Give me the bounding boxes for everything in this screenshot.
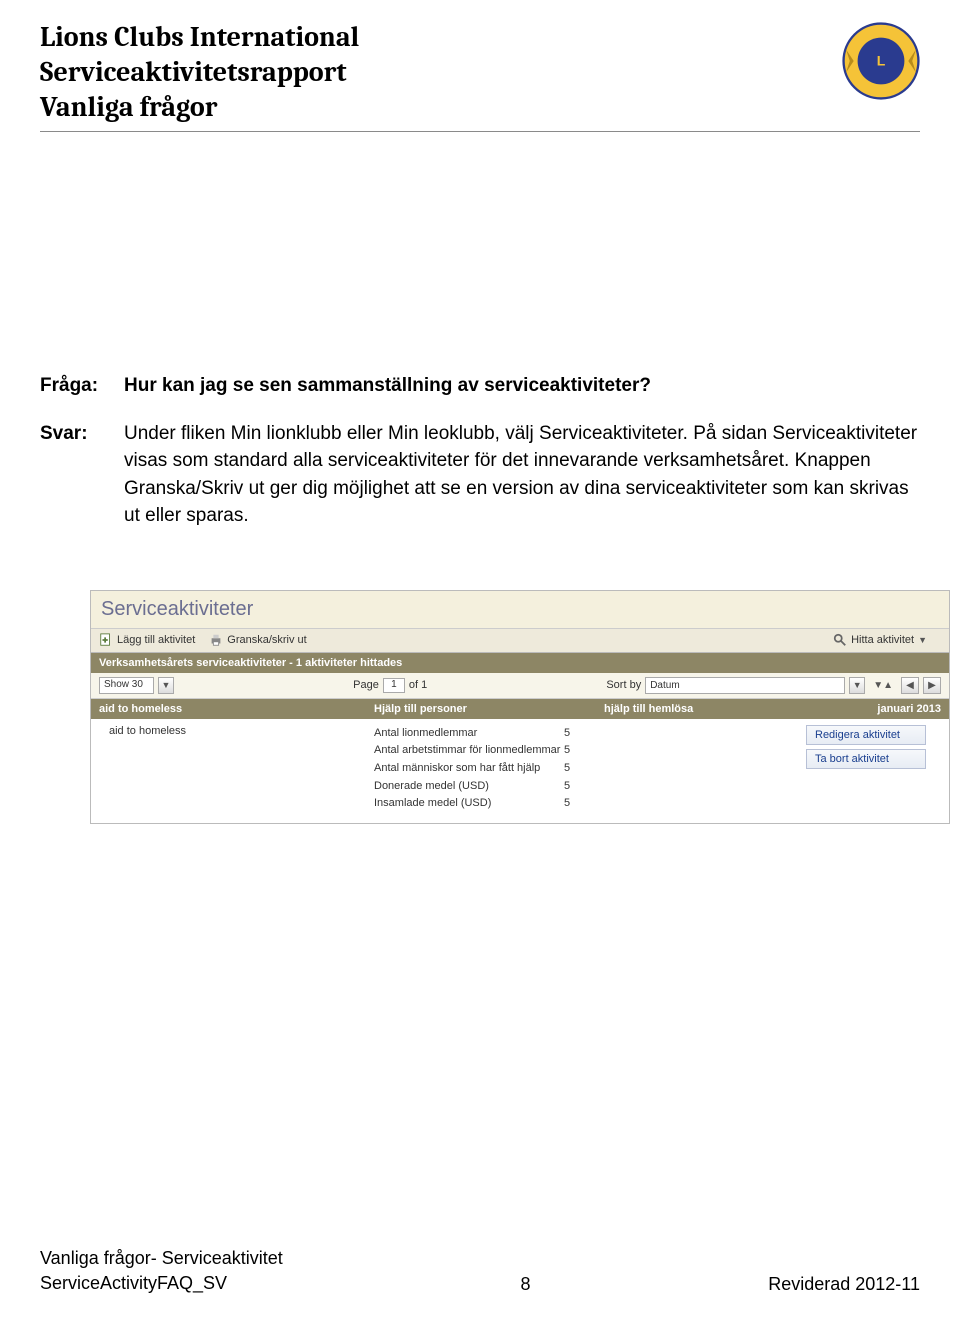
print-label: Granska/skriv ut <box>227 634 306 646</box>
footer-left-1: Vanliga frågor- Serviceaktivitet <box>40 1246 283 1270</box>
stat-value: 5 <box>564 778 594 796</box>
stat-label: Donerade medel (USD) <box>374 778 564 796</box>
row-stats: Antal lionmedlemmar5 Antal arbetstimmar … <box>374 725 604 813</box>
results-summary: Verksamhetsårets serviceaktiviteter - 1 … <box>91 653 949 673</box>
next-page-button[interactable]: ▶ <box>923 677 941 694</box>
stat-value: 5 <box>564 742 594 760</box>
column-headers: aid to homeless Hjälp till personer hjäl… <box>91 699 949 719</box>
chevron-down-icon: ▼ <box>918 635 927 645</box>
find-activity-button[interactable]: Hitta aktivitet ▼ <box>833 633 927 647</box>
page-size-dropdown-button[interactable]: ▼ <box>158 677 174 694</box>
header-titles: Lions Clubs International Serviceaktivit… <box>40 20 359 125</box>
prev-page-button[interactable]: ◀ <box>901 677 919 694</box>
footer-left-2: ServiceActivityFAQ_SV <box>40 1271 283 1295</box>
delete-activity-button[interactable]: Ta bort aktivitet <box>806 749 926 769</box>
page-number-input[interactable]: 1 <box>383 678 405 693</box>
qa-section: Fråga: Hur kan jag se sen sammanställnin… <box>40 372 920 530</box>
plus-doc-icon <box>99 633 113 647</box>
table-row: aid to homeless Antal lionmedlemmar5 Ant… <box>91 719 949 823</box>
page-size-select[interactable]: Show 30 <box>99 677 154 694</box>
chevron-down-icon: ▼ <box>162 680 171 690</box>
header-line2: Serviceaktivitetsrapport <box>40 55 359 90</box>
sort-direction-icon[interactable]: ▼▲ <box>873 680 893 691</box>
page-label: Page <box>353 679 379 691</box>
page-of-label: of 1 <box>409 679 427 691</box>
lions-logo-icon: L <box>842 22 920 100</box>
print-button[interactable]: Granska/skriv ut <box>209 633 306 647</box>
stat-label: Antal människor som har fått hjälp <box>374 760 564 778</box>
col-date: januari 2013 <box>851 703 941 715</box>
col-category: Hjälp till personer <box>374 703 604 715</box>
footer-right: Reviderad 2012-11 <box>768 1274 920 1295</box>
row-name: aid to homeless <box>99 725 374 813</box>
sort-by-label: Sort by <box>606 679 641 691</box>
list-controls: Show 30 ▼ Page 1 of 1 Sort by Datum ▼ ▼▲… <box>91 673 949 699</box>
answer-label: Svar: <box>40 420 110 530</box>
col-description: hjälp till hemlösa <box>604 703 851 715</box>
stat-label: Antal arbetstimmar för lionmedlemmar <box>374 742 564 760</box>
sort-dropdown-button[interactable]: ▼ <box>849 677 865 694</box>
header-line3: Vanliga frågor <box>40 90 359 125</box>
col-name: aid to homeless <box>99 703 374 715</box>
question-text: Hur kan jag se sen sammanställning av se… <box>124 372 920 400</box>
search-icon <box>833 633 847 647</box>
find-activity-label: Hitta aktivitet <box>851 634 914 646</box>
answer-text: Under fliken Min lionklubb eller Min leo… <box>124 420 920 530</box>
panel-title: Serviceaktiviteter <box>91 591 949 629</box>
sort-select[interactable]: Datum <box>645 677 845 694</box>
add-activity-label: Lägg till aktivitet <box>117 634 195 646</box>
toolbar: Lägg till aktivitet Granska/skriv ut Hit… <box>91 629 949 653</box>
svg-text:L: L <box>877 53 886 69</box>
stat-label: Antal lionmedlemmar <box>374 725 564 743</box>
header-line1: Lions Clubs International <box>40 20 359 55</box>
app-screenshot: Serviceaktiviteter Lägg till aktivitet G… <box>90 590 950 824</box>
edit-activity-button[interactable]: Redigera aktivitet <box>806 725 926 745</box>
page-footer: Vanliga frågor- Serviceaktivitet Service… <box>40 1246 920 1295</box>
add-activity-button[interactable]: Lägg till aktivitet <box>99 633 195 647</box>
page-header: Lions Clubs International Serviceaktivit… <box>40 20 920 132</box>
stat-value: 5 <box>564 760 594 778</box>
stat-value: 5 <box>564 795 594 813</box>
question-label: Fråga: <box>40 372 110 400</box>
chevron-down-icon: ▼ <box>853 680 862 690</box>
page-number: 8 <box>520 1274 530 1295</box>
printer-icon <box>209 633 223 647</box>
stat-label: Insamlade medel (USD) <box>374 795 564 813</box>
stat-value: 5 <box>564 725 594 743</box>
